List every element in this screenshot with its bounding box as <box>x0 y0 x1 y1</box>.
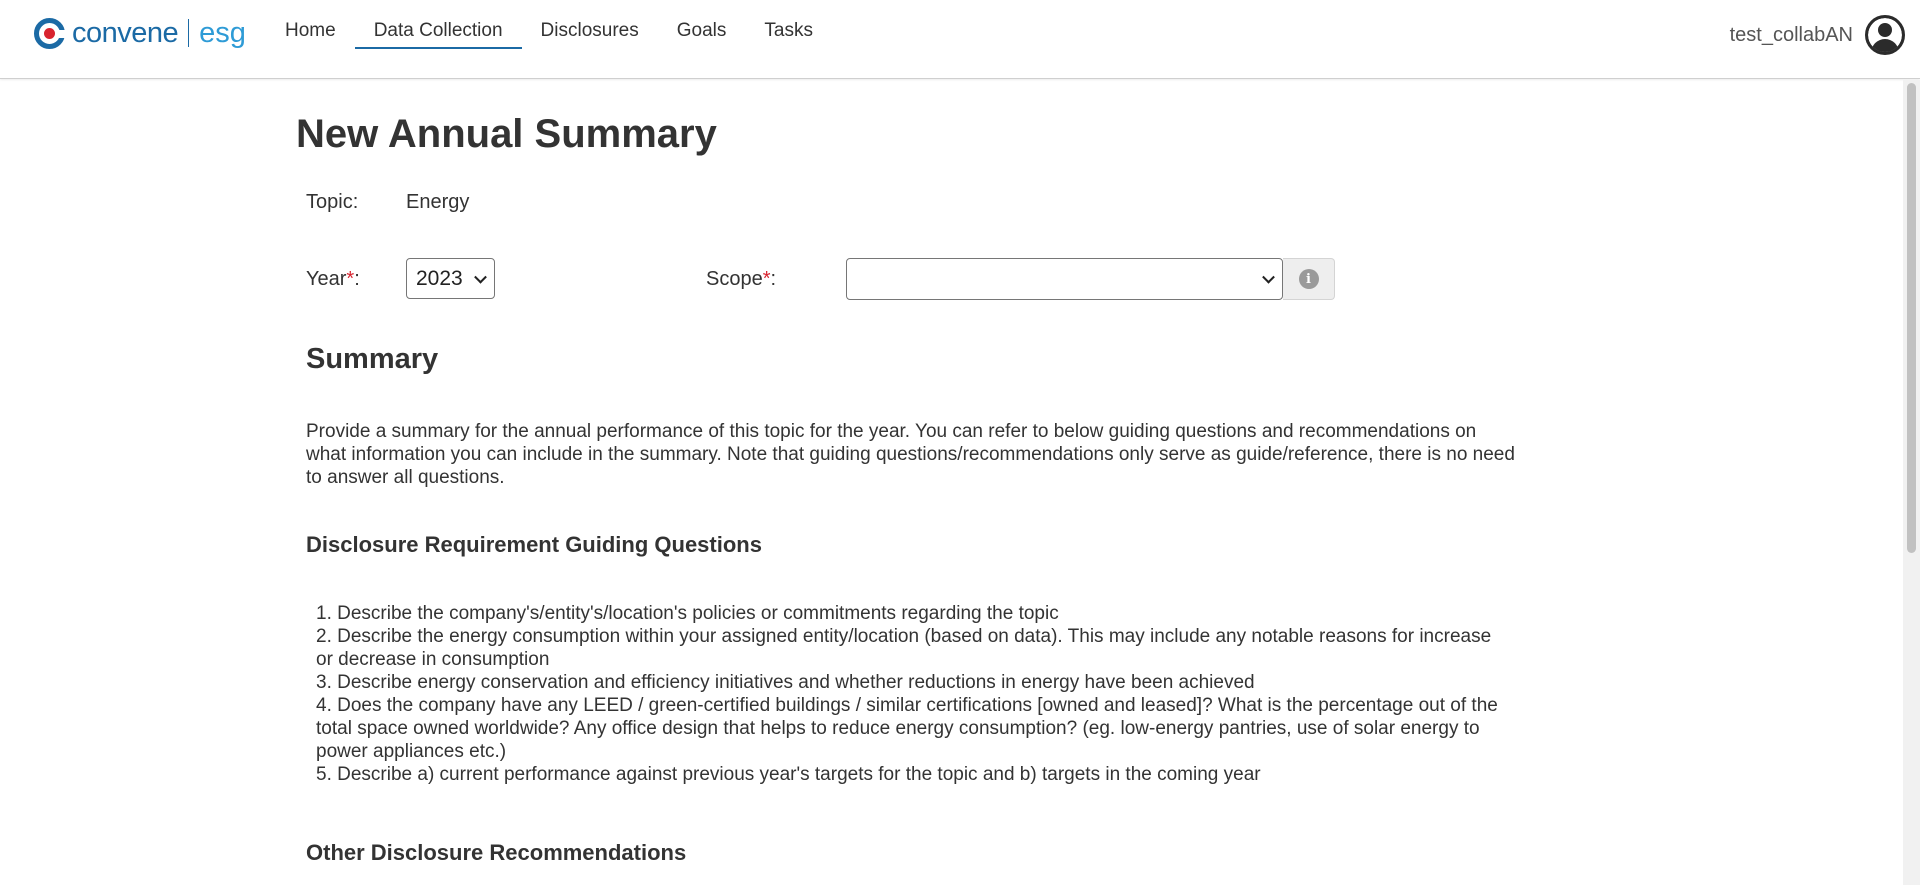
scope-select[interactable] <box>846 258 1283 300</box>
guiding-questions-heading: Disclosure Requirement Guiding Questions <box>306 532 762 557</box>
nav-item-home[interactable]: Home <box>266 0 355 49</box>
chevron-down-icon <box>1262 270 1275 284</box>
page-title: New Annual Summary <box>296 112 717 156</box>
nav-item-disclosures[interactable]: Disclosures <box>522 0 658 49</box>
list-item: 1. Describe the company's/entity's/locat… <box>316 603 1059 624</box>
summary-heading: Summary <box>306 343 439 375</box>
list-item: 3. Describe energy conservation and effi… <box>316 672 1255 693</box>
scope-label: Scope*: <box>706 268 777 290</box>
brand-sub: esg <box>199 16 246 49</box>
nav-item-tasks[interactable]: Tasks <box>745 0 832 49</box>
info-icon: i <box>1298 269 1319 289</box>
top-navbar: convene esg Home Data Collection Disclos… <box>0 0 1920 79</box>
brand-name: convene <box>72 16 179 49</box>
brand-logo[interactable]: convene esg <box>34 15 246 51</box>
year-select-value: 2023 <box>416 266 463 290</box>
user-menu[interactable]: test_collabAN <box>1730 15 1905 55</box>
user-avatar-icon[interactable] <box>1865 15 1905 55</box>
required-marker: * <box>762 268 771 290</box>
year-label: Year*: <box>306 268 360 290</box>
topic-label: Topic: <box>306 191 359 213</box>
nav-item-data-collection[interactable]: Data Collection <box>354 0 522 49</box>
list-item: 5. Describe a) current performance again… <box>316 764 1261 785</box>
main-nav: Home Data Collection Disclosures Goals T… <box>266 0 832 60</box>
list-item: 2. Describe the energy consumption withi… <box>316 626 1492 670</box>
list-item: 4. Does the company have any LEED / gree… <box>316 695 1498 762</box>
summary-intro: Provide a summary for the annual perform… <box>306 421 1515 488</box>
other-recommendations-heading: Other Disclosure Recommendations <box>306 840 687 865</box>
topic-value: Energy <box>406 191 470 213</box>
scope-info-button[interactable]: i <box>1283 258 1335 300</box>
year-select[interactable]: 2023 <box>406 258 495 299</box>
scrollbar-thumb[interactable] <box>1907 83 1916 553</box>
nav-item-goals[interactable]: Goals <box>658 0 746 49</box>
guiding-questions-list: 1. Describe the company's/entity's/locat… <box>316 602 1511 786</box>
convene-logo-icon <box>34 17 66 49</box>
brand-divider <box>188 19 190 47</box>
chevron-down-icon <box>474 270 487 284</box>
user-name: test_collabAN <box>1729 23 1853 46</box>
page-scrollbar[interactable] <box>1903 80 1920 885</box>
